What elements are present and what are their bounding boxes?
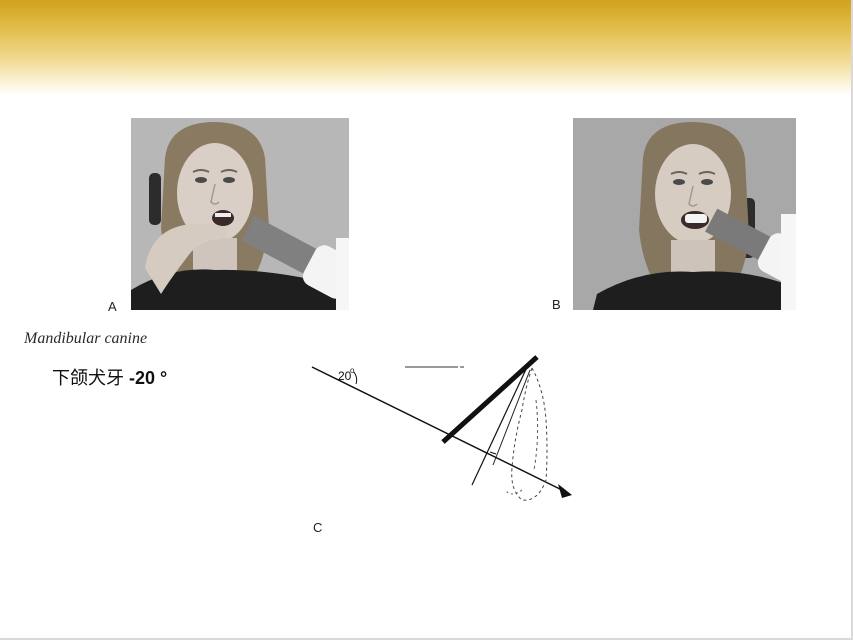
angle-note-chinese: 下颌犬牙: [52, 368, 124, 389]
angulation-diagram: 20 o: [300, 340, 600, 520]
tooth-axis-line: [492, 369, 531, 466]
figure-label-a: A: [108, 299, 117, 314]
angle-note-value: -20 °: [129, 368, 168, 388]
figure-label-c: C: [313, 520, 323, 535]
slide-frame: [0, 0, 853, 640]
central-ray-line: [311, 366, 569, 494]
header-band: [0, 0, 851, 94]
bisecting-line: [471, 364, 529, 486]
figure-label-b: B: [552, 297, 561, 312]
film-line: [441, 355, 539, 444]
svg-text:o: o: [350, 366, 355, 375]
arrowhead-icon: [558, 484, 572, 498]
photo-a: [131, 118, 349, 310]
tooth-name-heading: Mandibular canine: [24, 330, 148, 347]
photo-b: [573, 118, 796, 310]
angle-note: 下颌犬牙 -20 °: [52, 364, 167, 390]
